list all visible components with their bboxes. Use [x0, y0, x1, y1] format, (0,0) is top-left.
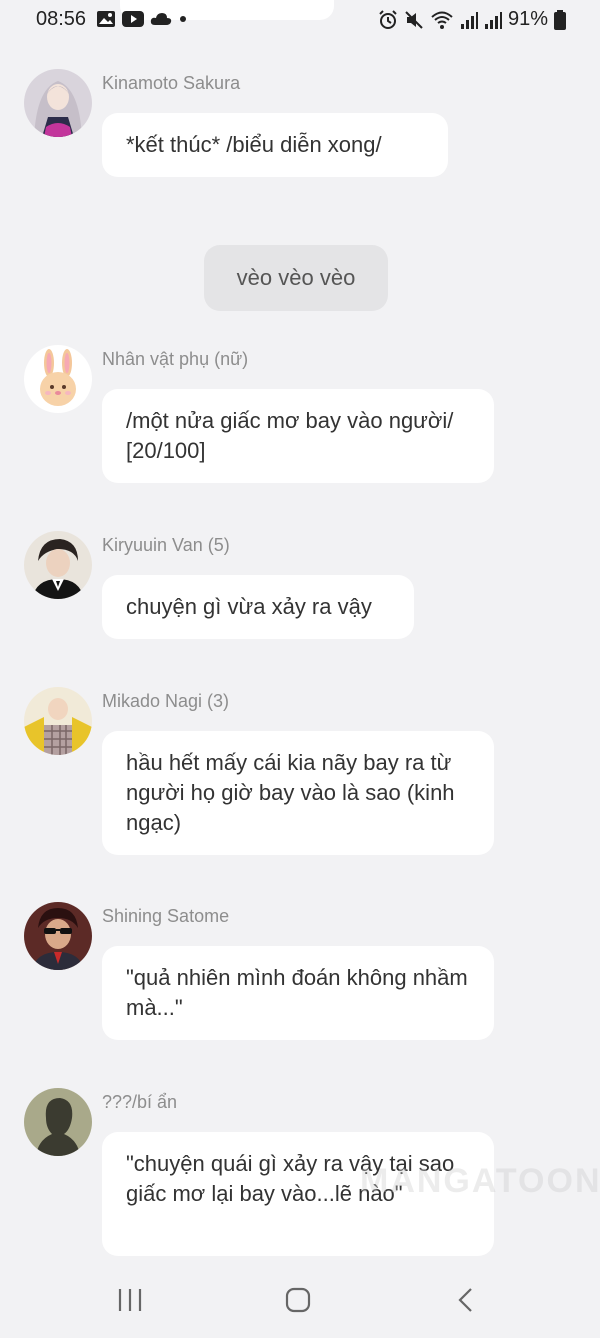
battery-percent: 91%: [507, 8, 548, 30]
anime-girl-avatar[interactable]: [24, 69, 92, 137]
wifi-icon: [431, 11, 453, 29]
sender-name: Shining Satome: [102, 906, 230, 926]
message-bubble[interactable]: "quả nhiên mình đoán không nhầm mà...": [102, 946, 494, 1040]
mute-icon: [405, 10, 423, 29]
alarm-icon: [379, 9, 397, 29]
sender-name: Kinamoto Sakura: [102, 73, 241, 93]
blonde-avatar[interactable]: [24, 687, 92, 755]
message-text: /một nửa giấc mơ bay vào người/ [20/100]: [126, 408, 454, 463]
chat-area[interactable]: Kinamoto Sakura *kết thúc* /biểu diễn xo…: [0, 40, 600, 1262]
signal-icon: [460, 11, 478, 29]
cloud-icon: [150, 13, 172, 25]
back-icon: [458, 1288, 472, 1312]
signal-icon: [484, 11, 502, 29]
recent-apps-button[interactable]: [110, 1284, 150, 1316]
sunglasses-avatar[interactable]: [24, 902, 92, 970]
status-icons-left: [96, 10, 188, 28]
sender-name: Nhân vật phụ (nữ): [102, 349, 249, 369]
dot-icon: [180, 16, 186, 22]
back-button[interactable]: [446, 1284, 486, 1316]
sender-name: Mikado Nagi (3): [102, 691, 230, 711]
message-bubble[interactable]: hầu hết mấy cái kia nãy bay ra từ người …: [102, 731, 494, 855]
status-bar: 08:56 91%: [0, 0, 600, 40]
gallery-icon: [97, 11, 115, 27]
bunny-avatar[interactable]: [24, 345, 92, 413]
system-message-bubble: vèo vèo vèo: [204, 245, 388, 311]
message-bubble[interactable]: *kết thúc* /biểu diễn xong/: [102, 113, 448, 177]
watermark: MANGATOON: [360, 1162, 600, 1200]
status-icons-right: 91%: [378, 8, 566, 31]
home-button[interactable]: [278, 1284, 318, 1316]
sender-name: Kiryuuin Van (5): [102, 535, 230, 555]
message-text: chuyện gì vừa xảy ra vậy: [126, 594, 372, 619]
recent-apps-icon: [118, 1289, 142, 1311]
silhouette-avatar[interactable]: [24, 1088, 92, 1156]
man-avatar[interactable]: [24, 531, 92, 599]
message-text: *kết thúc* /biểu diễn xong/: [126, 132, 382, 157]
home-icon: [285, 1287, 311, 1313]
system-message-text: vèo vèo vèo: [236, 265, 356, 290]
sender-name: ???/bí ẩn: [102, 1092, 178, 1112]
message-text: "quả nhiên mình đoán không nhầm mà...": [126, 965, 468, 1020]
youtube-icon: [122, 11, 144, 27]
battery-icon: [554, 9, 566, 30]
message-bubble[interactable]: /một nửa giấc mơ bay vào người/ [20/100]: [102, 389, 494, 483]
navigation-bar: [0, 1262, 600, 1338]
message-bubble[interactable]: chuyện gì vừa xảy ra vậy: [102, 575, 414, 639]
message-text: hầu hết mấy cái kia nãy bay ra từ người …: [126, 750, 455, 835]
status-time: 08:56: [36, 8, 87, 30]
